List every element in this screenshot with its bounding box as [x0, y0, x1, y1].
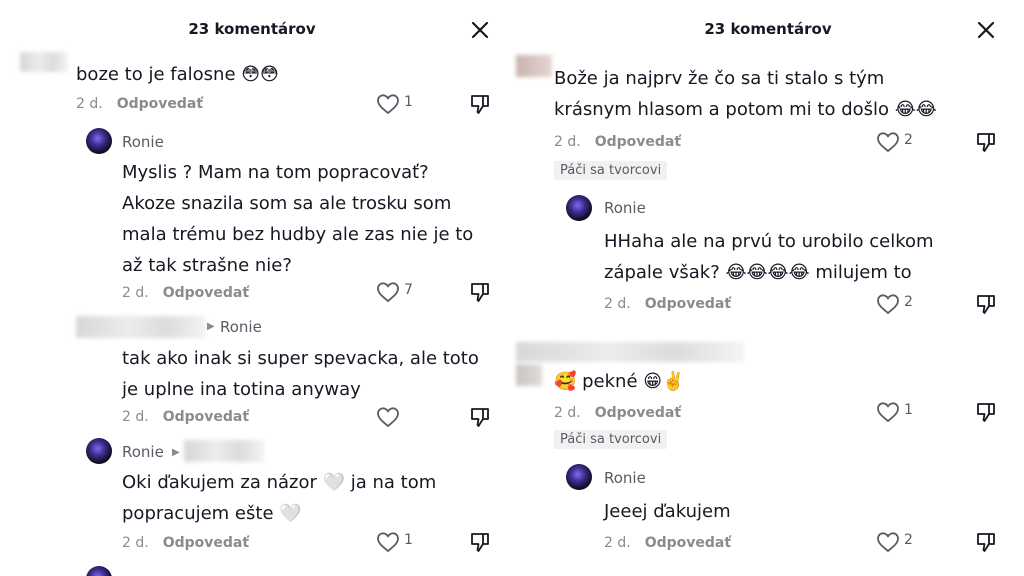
like-count: 1	[404, 94, 413, 110]
username[interactable]: Ronie	[122, 443, 164, 461]
reply-button[interactable]: Odpovedať	[645, 296, 731, 312]
heart-outline-icon	[877, 132, 899, 153]
comment-meta: 2 d. Odpovedať	[76, 96, 203, 112]
comment-text: boze to je falosne 😳😳	[76, 64, 279, 85]
avatar[interactable]	[516, 55, 552, 77]
comment-text-line: je uplne ina totina anyway	[122, 379, 361, 400]
heart-outline-icon	[377, 94, 399, 115]
comment-time: 2 d.	[122, 285, 149, 301]
thumbs-down-icon[interactable]	[974, 400, 998, 424]
reply-button[interactable]: Odpovedať	[163, 285, 249, 301]
comment-time: 2 d.	[122, 409, 149, 425]
thumbs-down-icon[interactable]	[974, 530, 998, 554]
like-count: 2	[904, 532, 913, 548]
heart-outline-icon	[377, 282, 399, 303]
comment-meta: 2 d. Odpovedať	[604, 296, 731, 312]
like-button[interactable]: 2	[876, 529, 920, 555]
panel-divider	[504, 0, 512, 576]
comment-time: 2 d.	[554, 405, 581, 421]
heart-outline-icon	[877, 402, 899, 423]
comment-meta: 2 d. Odpovedať	[122, 409, 249, 425]
reply-button[interactable]: Odpovedať	[595, 405, 681, 421]
username[interactable]	[516, 342, 744, 362]
thumbs-down-icon[interactable]	[468, 280, 492, 304]
comment-meta: 2 d. Odpovedať	[604, 535, 731, 551]
comment-meta: 2 d. Odpovedať	[554, 405, 681, 421]
reply-button[interactable]: Odpovedať	[645, 535, 731, 551]
username[interactable]: Ronie	[604, 469, 646, 487]
reply-button[interactable]: Odpovedať	[117, 96, 203, 112]
heart-outline-icon	[877, 532, 899, 553]
comment-text-line: Myslis ? Mam na tom popracovať?	[122, 162, 429, 183]
heart-outline-icon	[377, 407, 399, 428]
reply-arrow-icon: ▶	[207, 321, 215, 332]
comments-panel-left: 23 komentárov boze to je falosne 😳😳 2 d.…	[0, 0, 504, 576]
close-icon[interactable]	[974, 18, 998, 42]
reply-button[interactable]: Odpovedať	[595, 134, 681, 150]
comment-time: 2 d.	[554, 134, 581, 150]
like-button[interactable]: 1	[876, 399, 920, 425]
like-count: 1	[904, 402, 913, 418]
comment-meta: 2 d. Odpovedať	[554, 134, 681, 150]
comment-time: 2 d.	[604, 296, 631, 312]
comment-time: 2 d.	[122, 535, 149, 551]
thumbs-down-icon[interactable]	[468, 530, 492, 554]
comment-text-line: až tak strašne nie?	[122, 255, 292, 276]
avatar[interactable]	[516, 364, 542, 386]
username[interactable]: Ronie	[604, 199, 646, 217]
comment-text-line: tak ako inak si super spevacka, ale toto	[122, 348, 479, 369]
thumbs-down-icon[interactable]	[468, 405, 492, 429]
heart-outline-icon	[877, 294, 899, 315]
avatar[interactable]	[86, 128, 112, 154]
avatar[interactable]	[566, 464, 592, 490]
reply-button[interactable]: Odpovedať	[163, 535, 249, 551]
like-count: 7	[404, 282, 413, 298]
reply-to-username[interactable]: Ronie	[220, 318, 262, 336]
comment-meta: 2 d. Odpovedať	[122, 285, 249, 301]
comment-text-line: Oki ďakujem za názor 🤍 ja na tom	[122, 472, 437, 493]
comment-time: 2 d.	[76, 96, 103, 112]
comment-text: 🥰 pekné 😁✌️	[554, 371, 685, 392]
close-icon[interactable]	[468, 18, 492, 42]
comment-text-line: krásnym hlasom a potom mi to došlo 😂😂	[554, 99, 937, 120]
reply-to-username[interactable]	[184, 440, 264, 462]
thumbs-down-icon[interactable]	[468, 92, 492, 116]
comment-text-line: mala trému bez hudby ale zas nie je to	[122, 224, 474, 245]
like-count: 2	[904, 132, 913, 148]
avatar[interactable]	[86, 438, 112, 464]
username[interactable]	[76, 316, 206, 338]
comment-meta: 2 d. Odpovedať	[122, 535, 249, 551]
creator-liked-badge: Páči sa tvorcovi	[554, 161, 668, 180]
like-button[interactable]: 7	[376, 279, 420, 305]
comment-text-line: zápale však? 😂😂😂😂 milujem to	[604, 262, 912, 283]
comment-text: Jeeej ďakujem	[604, 501, 731, 522]
like-button[interactable]: 2	[876, 129, 920, 155]
reply-button[interactable]: Odpovedať	[163, 409, 249, 425]
like-button[interactable]: 1	[376, 529, 420, 555]
like-button[interactable]: 1	[376, 91, 420, 117]
like-count: 2	[904, 294, 913, 310]
like-button[interactable]: 2	[876, 291, 920, 317]
comment-text-line: Akoze snazila som sa ale trosku som	[122, 193, 452, 214]
comment-text-line: HHaha ale na prvú to urobilo celkom	[604, 231, 934, 252]
comments-count-title: 23 komentárov	[704, 20, 832, 38]
avatar	[20, 52, 68, 72]
heart-outline-icon	[377, 532, 399, 553]
reply-arrow-icon: ▶	[172, 447, 180, 458]
comment-time: 2 d.	[604, 535, 631, 551]
avatar[interactable]	[86, 566, 112, 576]
creator-liked-badge: Páči sa tvorcovi	[554, 430, 668, 449]
comments-count-title: 23 komentárov	[188, 20, 316, 38]
thumbs-down-icon[interactable]	[974, 292, 998, 316]
username[interactable]: Ronie	[122, 133, 164, 151]
thumbs-down-icon[interactable]	[974, 130, 998, 154]
avatar[interactable]	[566, 195, 592, 221]
comment-text-line: popracujem ešte 🤍	[122, 503, 302, 524]
like-count: 1	[404, 532, 413, 548]
comments-panel-right: 23 komentárov Bože ja najprv že čo sa ti…	[512, 0, 1024, 576]
comment-text-line: Bože ja najprv že čo sa ti stalo s tým	[554, 68, 885, 89]
like-button[interactable]	[376, 404, 420, 430]
